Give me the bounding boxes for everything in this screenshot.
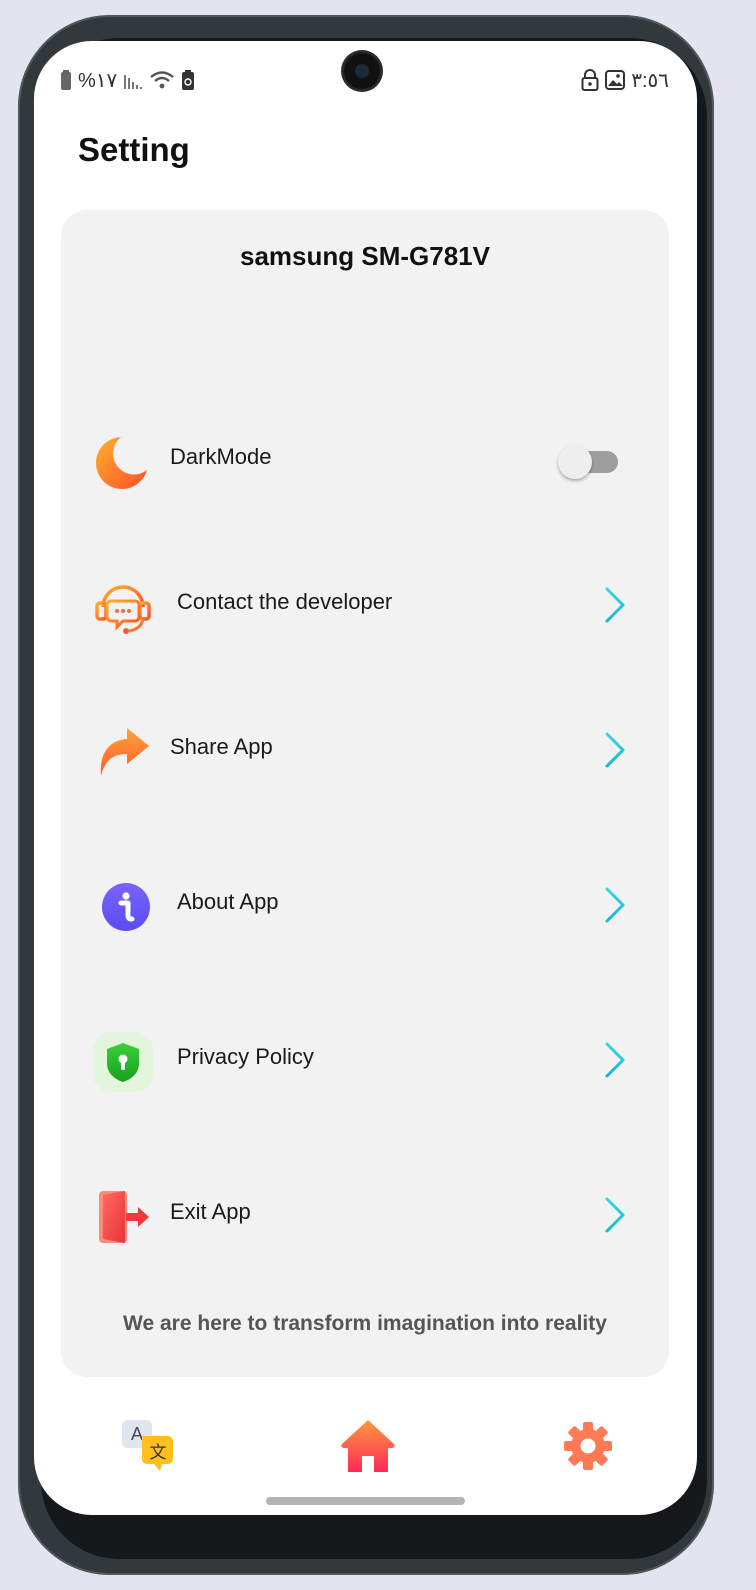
menu-item-about-app[interactable]: About App (61, 865, 669, 945)
menu-item-darkmode[interactable]: DarkMode (61, 420, 669, 500)
chevron-right-icon (601, 730, 629, 770)
page-title: Setting (78, 131, 190, 168)
battery-saver-icon (181, 70, 195, 90)
tagline: We are here to transform imagination int… (123, 1312, 607, 1335)
share-arrow-icon (93, 722, 153, 782)
chevron-right-icon (601, 885, 629, 925)
status-bar-right: ٣:٥٦ (581, 67, 669, 93)
battery-icon (60, 70, 72, 90)
menu-item-contact-developer[interactable]: Contact the developer (61, 565, 669, 645)
support-chat-icon (93, 577, 153, 637)
lock-icon (581, 69, 599, 91)
toggle-thumb (558, 445, 592, 479)
menu-item-exit-app[interactable]: Exit App (61, 1175, 669, 1255)
chevron-right-icon (601, 1195, 629, 1235)
settings-card: samsung SM-G781V DarkMode Contact the de… (61, 210, 669, 1377)
screen: %١٧ ٣:٥٦ Setting samsung SM-G781V DarkMo… (34, 41, 697, 1515)
signal-icon (123, 71, 143, 89)
battery-percent: %١٧ (78, 69, 118, 92)
svg-text:A: A (131, 1424, 143, 1444)
image-notification-icon (605, 70, 626, 90)
menu-item-label: Exit App (170, 1199, 251, 1224)
shield-lock-icon (93, 1032, 153, 1092)
darkmode-toggle[interactable] (558, 445, 620, 479)
device-name: samsung SM-G781V (240, 241, 490, 271)
exit-door-icon (93, 1187, 153, 1247)
home-icon[interactable] (338, 1416, 398, 1476)
front-camera (344, 53, 380, 89)
clock: ٣:٥٦ (631, 69, 669, 92)
menu-item-privacy-policy[interactable]: Privacy Policy (61, 1020, 669, 1100)
menu-item-label: About App (177, 889, 279, 914)
svg-text:文: 文 (150, 1443, 167, 1463)
menu-item-label: Privacy Policy (177, 1044, 314, 1069)
translate-icon[interactable]: A 文 (118, 1416, 178, 1476)
menu-item-share-app[interactable]: Share App (61, 710, 669, 790)
gesture-home-bar[interactable] (266, 1497, 465, 1505)
menu-item-label: Share App (170, 734, 273, 759)
moon-icon (93, 432, 153, 492)
status-bar-left: %١٧ (60, 67, 195, 93)
chevron-right-icon (601, 1040, 629, 1080)
gear-icon[interactable] (558, 1416, 618, 1476)
menu-item-label: DarkMode (170, 444, 272, 469)
wifi-icon (149, 71, 175, 89)
info-icon (93, 877, 153, 937)
chevron-right-icon (601, 585, 629, 625)
menu-item-label: Contact the developer (177, 589, 393, 614)
